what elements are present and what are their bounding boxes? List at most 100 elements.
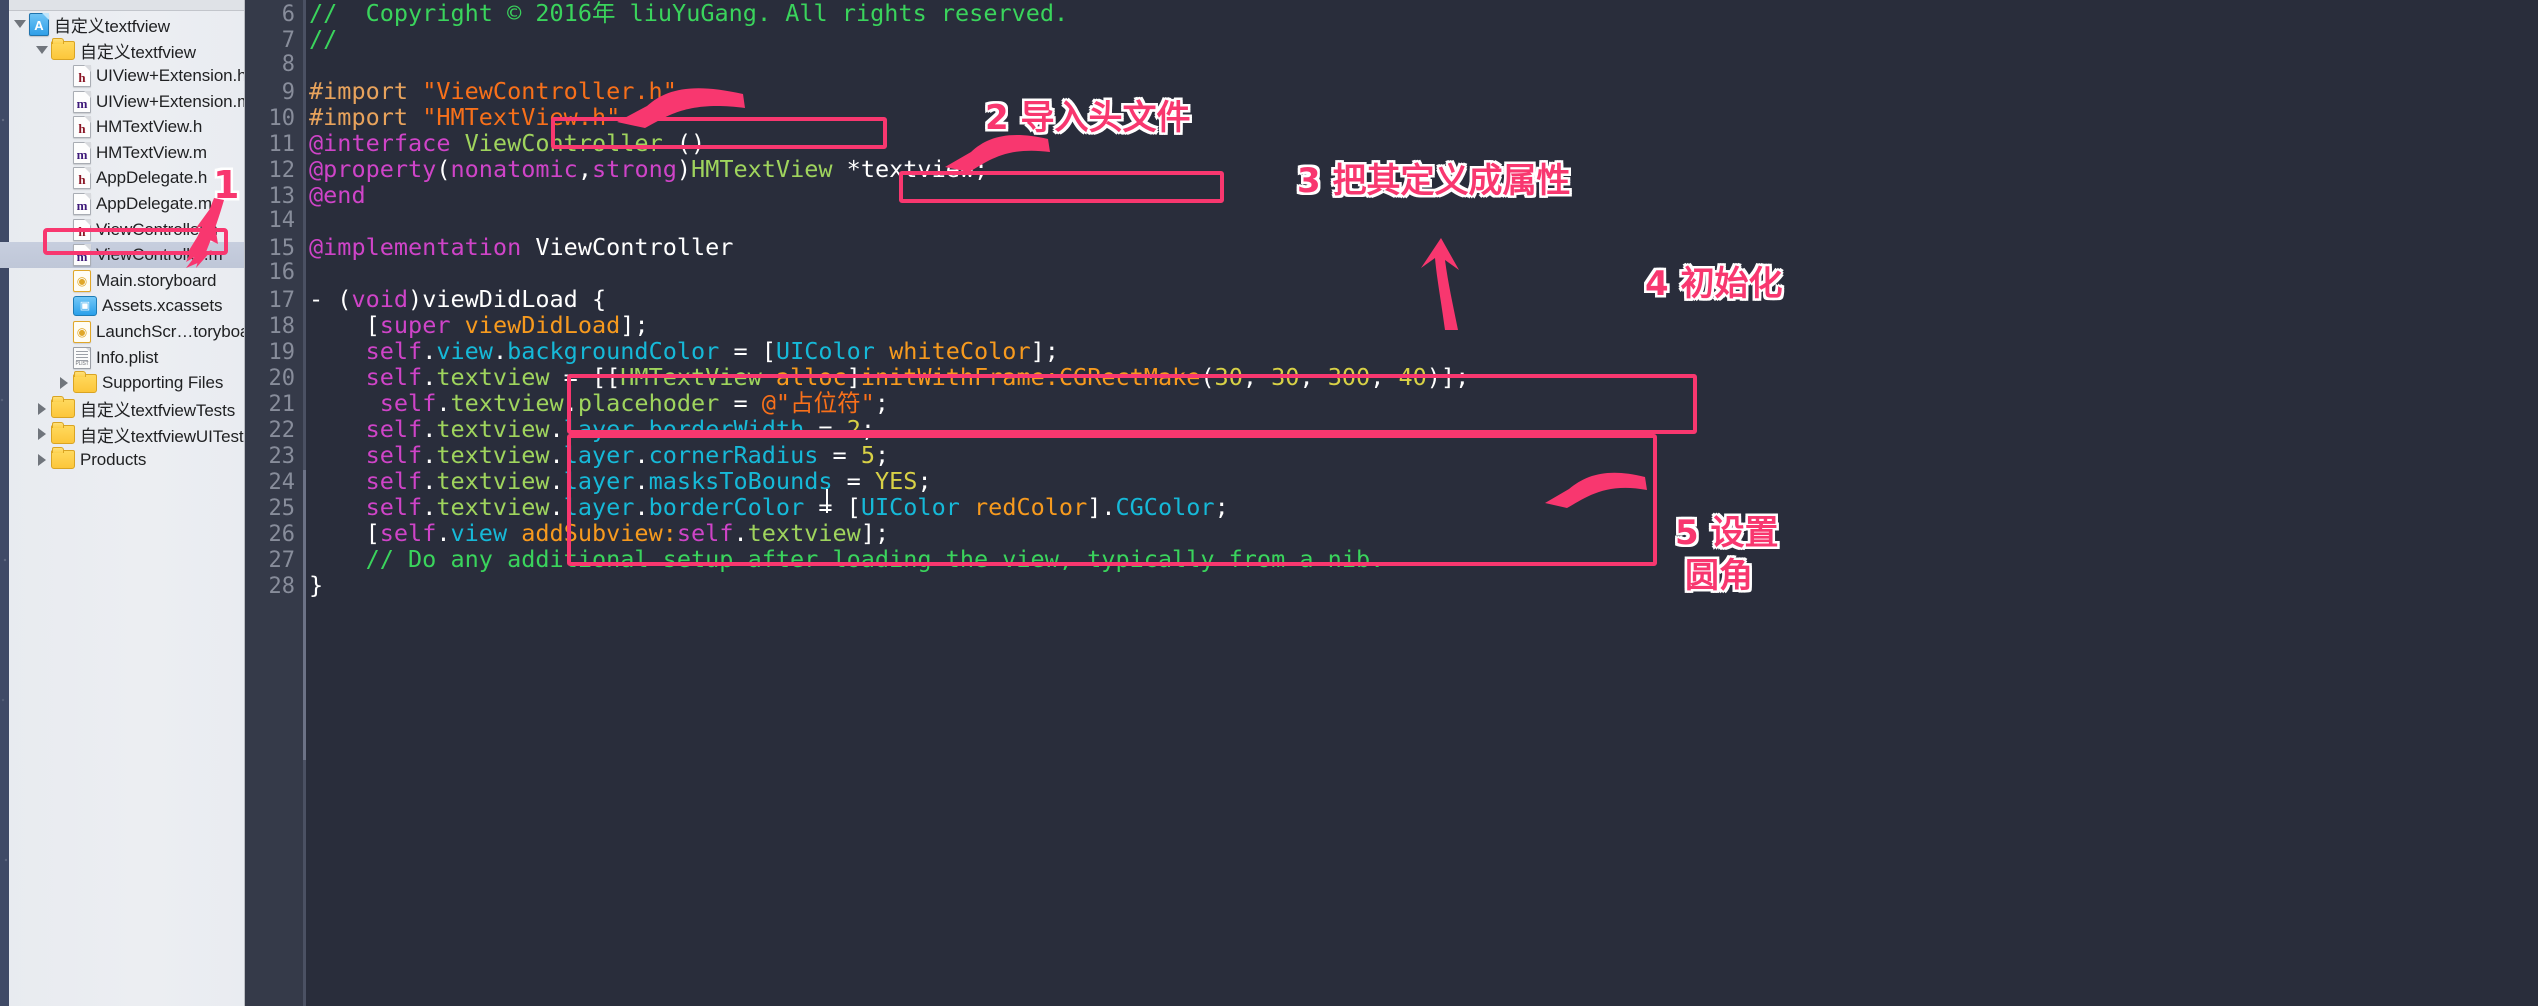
code-token: viewDidLoad xyxy=(464,311,621,339)
code-token: "HMTextView.h" xyxy=(422,103,621,131)
project-navigator-sidebar[interactable]: A 自定义textfview 自定义textfview h UIView+Extensi… xyxy=(0,0,245,1006)
code-line-23[interactable]: 23 self.textview.layer.cornerRadius = 5; xyxy=(245,441,2538,469)
code-text: self.textview.layer.borderWidth = 2; xyxy=(309,416,875,442)
code-token: . xyxy=(422,467,437,495)
code-line-10[interactable]: 10 #import "HMTextView.h" xyxy=(245,103,2538,131)
code-line-20[interactable]: 20 self.textview = [[HMTextView alloc]in… xyxy=(245,363,2538,391)
storyboard-glyph: ◉ xyxy=(76,273,88,288)
disclosure-triangle-icon[interactable] xyxy=(12,16,29,33)
sidebar-item-2[interactable]: h UIView+Extension.h xyxy=(0,63,244,89)
code-token: )viewDidLoad { xyxy=(408,285,607,313)
sidebar-item-12[interactable]: ◉ LaunchScr…toryboard xyxy=(0,319,244,345)
annotation-label-3: 3 把其定义成属性 xyxy=(1297,161,1571,201)
sidebar-item-0[interactable]: A 自定义textfview xyxy=(0,12,244,38)
file-type-glyph: m xyxy=(76,249,88,265)
sidebar-item-3[interactable]: m UIView+Extension.m xyxy=(0,89,244,115)
sidebar-item-label: HMTextView.m xyxy=(96,142,207,162)
sidebar-item-17[interactable]: Products xyxy=(0,447,244,473)
sidebar-item-label: AppDelegate.h xyxy=(96,168,208,188)
code-line-17[interactable]: 17 - (void)viewDidLoad { xyxy=(245,286,2538,313)
sidebar-item-5[interactable]: m HMTextView.m xyxy=(0,140,244,166)
header-file-icon: h xyxy=(73,116,91,139)
sidebar-item-14[interactable]: Supporting Files xyxy=(0,370,244,396)
code-line-18[interactable]: 18 [super viewDidLoad]; xyxy=(245,311,2538,339)
code-line-15[interactable]: 15 @implementation ViewController xyxy=(245,234,2538,261)
code-line-16[interactable]: 16 xyxy=(245,260,2538,286)
sidebar-item-9[interactable]: m ViewController.m xyxy=(0,242,244,268)
code-lines[interactable]: 6 // Copyright © 2016年 liuYuGang. All rig… xyxy=(245,0,2538,1006)
code-token: 5 xyxy=(860,441,875,469)
code-token: alloc xyxy=(775,363,847,391)
file-type-glyph: h xyxy=(78,69,86,85)
header-file-icon: h xyxy=(73,64,91,87)
disclosure-triangle-icon[interactable] xyxy=(34,42,51,59)
code-token: // xyxy=(309,25,338,53)
code-token: . xyxy=(422,441,437,469)
sidebar-item-label: 自定义textfview xyxy=(80,42,196,62)
annotation-label-2: 2 导入头文件 xyxy=(985,98,1191,138)
code-token: self xyxy=(379,519,437,547)
disclosure-triangle-icon[interactable] xyxy=(34,426,51,443)
code-token: ViewController xyxy=(535,233,734,261)
code-token: backgroundColor xyxy=(507,337,720,365)
code-token: = xyxy=(818,441,861,469)
sidebar-item-15[interactable]: 自定义textfviewTests xyxy=(0,396,244,422)
line-number: 25 xyxy=(268,496,296,521)
code-line-27[interactable]: 27 // Do any additional setup after load… xyxy=(245,546,2538,573)
code-line-22[interactable]: 22 self.textview.layer.borderWidth = 2; xyxy=(245,416,2538,443)
code-line-28[interactable]: 28} xyxy=(245,572,2538,599)
code-token: = xyxy=(832,467,875,495)
code-token: )]; xyxy=(1426,363,1470,391)
file-type-glyph: h xyxy=(78,172,86,188)
code-text: - (void)viewDidLoad { xyxy=(309,286,606,312)
sidebar-item-1[interactable]: 自定义textfview xyxy=(0,37,244,64)
code-line-25[interactable]: 25 self.textview.layer.borderColor = [UI… xyxy=(245,493,2538,521)
code-line-6[interactable]: 6 // Copyright © 2016年 liuYuGang. All rig… xyxy=(245,0,2538,27)
line-number: 6 xyxy=(281,2,295,27)
sidebar-item-4[interactable]: h HMTextView.h xyxy=(0,114,244,140)
disclosure-triangle-icon[interactable] xyxy=(34,400,51,417)
sidebar-item-13[interactable]: PLIST Info.plist xyxy=(0,345,244,371)
code-text: @implementation ViewController xyxy=(309,234,733,260)
code-line-26[interactable]: 26 [self.view addSubview:self.textview]; xyxy=(245,519,2538,547)
code-text: } xyxy=(309,572,323,598)
sidebar-item-16[interactable]: 自定义textfviewUITests xyxy=(0,421,244,448)
code-line-21[interactable]: 21 self.textview.placehoder = @"占位符"; xyxy=(245,389,2538,417)
code-token: view xyxy=(450,519,508,547)
code-token: textview xyxy=(436,493,550,521)
code-line-19[interactable]: 19 self.view.backgroundColor = [UIColor … xyxy=(245,337,2538,365)
annotation-label-4: 4 初始化 xyxy=(1645,264,1783,304)
code-line-14[interactable]: 14 xyxy=(245,208,2538,234)
code-token: CGColor xyxy=(1115,493,1215,521)
code-token: - ( xyxy=(309,285,352,313)
line-number: 19 xyxy=(268,340,296,365)
sidebar-item-label: UIView+Extension.m xyxy=(96,91,245,111)
code-token: view xyxy=(436,337,493,365)
code-line-7[interactable]: 7 // xyxy=(245,25,2538,53)
file-type-glyph: m xyxy=(76,197,88,213)
sidebar-item-6[interactable]: h AppDelegate.h xyxy=(0,166,244,192)
file-tree[interactable]: A 自定义textfview 自定义textfview h UIView+Extensi… xyxy=(0,11,244,473)
code-line-9[interactable]: 9 #import "ViewController.h" xyxy=(245,78,2538,105)
sidebar-item-7[interactable]: m AppDelegate.m xyxy=(0,191,244,217)
code-token: ; xyxy=(874,389,889,417)
xcode-project-icon: A xyxy=(29,13,49,37)
sidebar-item-label: AppDelegate.m xyxy=(96,193,212,213)
storyboard-icon: ◉ xyxy=(73,269,91,292)
sidebar-item-8[interactable]: h ViewController.h xyxy=(0,217,244,243)
source-editor[interactable]: 6 // Copyright © 2016年 liuYuGang. All rig… xyxy=(245,0,2538,1006)
sidebar-item-11[interactable]: ▣ Assets.xcassets xyxy=(0,294,244,320)
code-token: self xyxy=(365,415,423,443)
code-token: . xyxy=(634,441,649,469)
disclosure-triangle-icon[interactable] xyxy=(56,375,73,392)
code-line-8[interactable]: 8 xyxy=(245,52,2538,78)
disclosure-triangle-icon[interactable] xyxy=(34,451,51,468)
code-line-24[interactable]: 24 self.textview.layer.masksToBounds = Y… xyxy=(245,467,2538,495)
line-number: 16 xyxy=(268,260,296,285)
sidebar-item-10[interactable]: ◉ Main.storyboard xyxy=(0,268,244,294)
